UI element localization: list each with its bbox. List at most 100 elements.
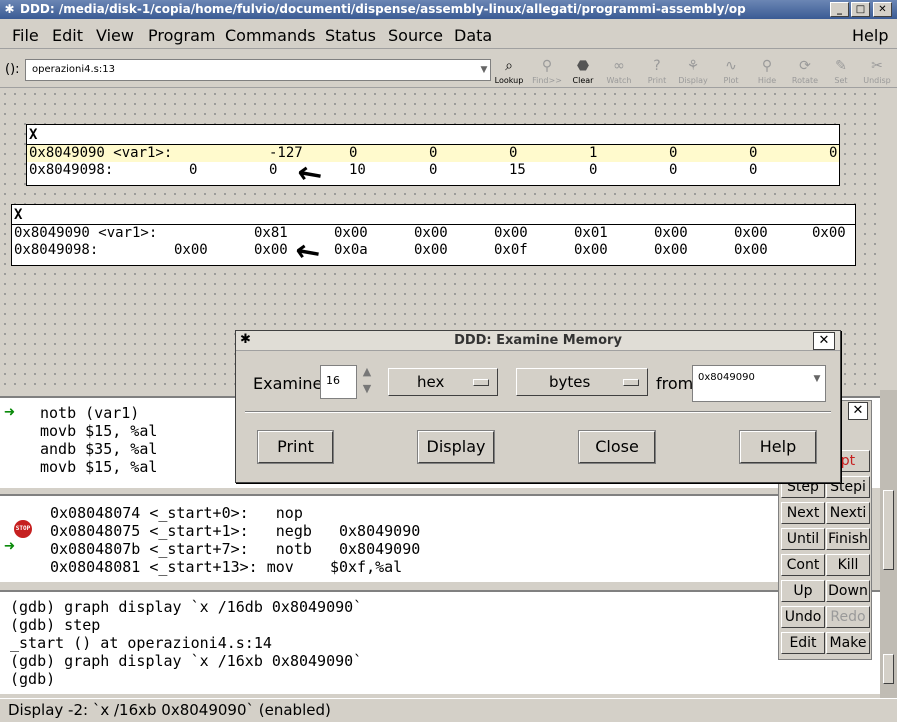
examine-label: Examine [253, 374, 323, 393]
edit-button[interactable]: Edit [781, 632, 825, 654]
argument-input[interactable]: operazioni4.s:13 [25, 59, 491, 81]
menu-bar [0, 20, 897, 49]
chevron-down-icon[interactable]: ▼ [811, 374, 823, 390]
menu-program[interactable]: Program [148, 26, 216, 45]
gdb-console[interactable]: (gdb) graph display `x /16db 0x8049090` … [0, 590, 880, 694]
print-button[interactable]: ? Print [638, 56, 676, 86]
window-titlebar[interactable]: DDD: /media/disk-1/copia/home/fulvio/doc… [0, 0, 897, 19]
watch-button[interactable]: ∞ Watch [600, 56, 638, 86]
memory-display-decimal[interactable]: X 0x8049090 <var1>: -127 0 0 0 1 0 0 0 0… [26, 124, 840, 186]
until-button[interactable]: Until [781, 528, 825, 550]
help-button[interactable]: Help [739, 430, 817, 464]
undo-button[interactable]: Undo [781, 606, 825, 628]
nexti-button[interactable]: Nexti [826, 502, 870, 524]
asm-line[interactable]: 0x0804807b <_start+7>: notb 0x8049090 [50, 540, 420, 558]
source-line[interactable]: notb (var1) [40, 404, 139, 422]
close-window-icon[interactable]: ✕ [873, 2, 892, 17]
from-label: from [656, 374, 694, 393]
menu-commands[interactable]: Commands [225, 26, 316, 45]
spin-up-icon[interactable]: ▲ [359, 365, 375, 381]
print-button[interactable]: Print [257, 430, 334, 464]
kill-button[interactable]: Kill [826, 554, 870, 576]
set-button[interactable]: ✎ Set [822, 56, 860, 86]
down-button[interactable]: Down [826, 580, 870, 602]
find-icon: ⚲ [541, 58, 553, 74]
lookup-icon: ⌕ [505, 58, 513, 74]
find-button[interactable]: ⚲ Find>> [528, 56, 566, 86]
scroll-thumb[interactable] [883, 654, 894, 684]
execution-arrow-icon: ➜ [4, 536, 15, 557]
size-select[interactable]: bytes [516, 368, 648, 396]
console-prompt[interactable]: (gdb) [10, 670, 880, 688]
minimize-icon[interactable]: _ [830, 2, 849, 17]
window-title: DDD: /media/disk-1/copia/home/fulvio/doc… [20, 2, 746, 16]
source-line[interactable]: movb $15, %al [40, 458, 157, 476]
asm-line[interactable]: 0x08048074 <_start+0>: nop [50, 504, 303, 522]
chevron-down-icon[interactable]: ▼ [478, 60, 490, 80]
app-icon[interactable]: ✱ [2, 2, 17, 17]
dialog-separator [245, 411, 831, 413]
memory-row: 0x8049090 <var1>: 0x81 0x00 0x00 0x00 0x… [14, 225, 846, 241]
menu-edit[interactable]: Edit [52, 26, 83, 45]
vertical-scrollbar[interactable] [880, 390, 897, 698]
asm-line[interactable]: 0x08048081 <_start+13>: mov $0xf,%al [50, 558, 402, 576]
console-line: (gdb) graph display `x /16xb 0x8049090` [10, 652, 363, 670]
hide-button[interactable]: ⚲ Hide [748, 56, 786, 86]
console-line: _start () at operazioni4.s:14 [10, 634, 272, 652]
dialog-app-icon: ✱ [240, 332, 251, 347]
rotate-icon: ⟳ [799, 58, 811, 74]
argument-label: (): [5, 62, 20, 77]
plot-icon: ∿ [725, 58, 737, 74]
menu-data[interactable]: Data [454, 26, 492, 45]
make-button[interactable]: Make [826, 632, 870, 654]
close-icon[interactable]: ✕ [813, 332, 835, 350]
rotate-button[interactable]: ⟳ Rotate [786, 56, 824, 86]
display-icon: ⚘ [686, 58, 700, 74]
memory-row: 0x8049098: 0 0 10 0 15 0 0 0 [29, 162, 758, 178]
execution-arrow-icon: ➜ [4, 402, 15, 423]
hide-icon: ⚲ [761, 58, 773, 74]
format-select[interactable]: hex [388, 368, 498, 396]
dialog-title[interactable]: DDD: Examine Memory [236, 331, 840, 351]
print-icon: ? [653, 58, 661, 74]
source-line[interactable]: andb $35, %al [40, 440, 157, 458]
maximize-icon[interactable]: □ [851, 2, 870, 17]
clear-button[interactable]: ⬣ Clear [564, 56, 602, 86]
up-button[interactable]: Up [781, 580, 825, 602]
console-line: (gdb) graph display `x /16db 0x8049090` [10, 598, 363, 616]
menu-file[interactable]: File [12, 26, 39, 45]
display-header: X [27, 125, 839, 145]
finish-button[interactable]: Finish [826, 528, 870, 550]
lookup-button[interactable]: ⌕ Lookup [490, 56, 528, 86]
menu-view[interactable]: View [96, 26, 134, 45]
close-button[interactable]: Close [578, 430, 656, 464]
stop-icon: ⬣ [576, 58, 590, 74]
address-input[interactable]: 0x8049090 [692, 365, 826, 402]
menu-source[interactable]: Source [388, 26, 443, 45]
menu-status[interactable]: Status [325, 26, 376, 45]
asm-line[interactable]: 0x08048075 <_start+1>: negb 0x8049090 [50, 522, 420, 540]
menu-help[interactable]: Help [852, 26, 888, 45]
scroll-thumb[interactable] [883, 490, 894, 570]
plot-button[interactable]: ∿ Plot [712, 56, 750, 86]
display-button[interactable]: ⚘ Display [674, 56, 712, 86]
memory-display-hex[interactable]: X 0x8049090 <var1>: 0x81 0x00 0x00 0x00 … [11, 204, 856, 266]
memory-row: 0x8049098: 0x00 0x00 0x0a 0x00 0x0f 0x00… [14, 242, 768, 258]
breakpoint-stop-icon[interactable]: STOP [14, 520, 32, 538]
set-icon: ✎ [835, 58, 847, 74]
display-button[interactable]: Display [417, 430, 495, 464]
undisp-button[interactable]: ✂ Undisp [858, 56, 896, 86]
cont-button[interactable]: Cont [781, 554, 825, 576]
status-bar: Display -2: `x /16xb 0x8049090` (enabled… [0, 698, 897, 722]
display-header: X [12, 205, 855, 225]
watch-icon: ∞ [613, 58, 625, 74]
redo-button[interactable]: Redo [826, 606, 870, 628]
count-input[interactable]: 16 [320, 365, 357, 399]
close-icon[interactable]: ✕ [848, 402, 868, 420]
memory-row: 0x8049090 <var1>: -127 0 0 0 1 0 0 0 [27, 145, 839, 162]
console-line: (gdb) step [10, 616, 101, 634]
next-button[interactable]: Next [781, 502, 825, 524]
spin-down-icon[interactable]: ▼ [359, 382, 375, 398]
machine-code-pane[interactable]: STOP ➜ 0x08048074 <_start+0>: nop 0x0804… [0, 494, 780, 582]
source-line[interactable]: movb $15, %al [40, 422, 157, 440]
